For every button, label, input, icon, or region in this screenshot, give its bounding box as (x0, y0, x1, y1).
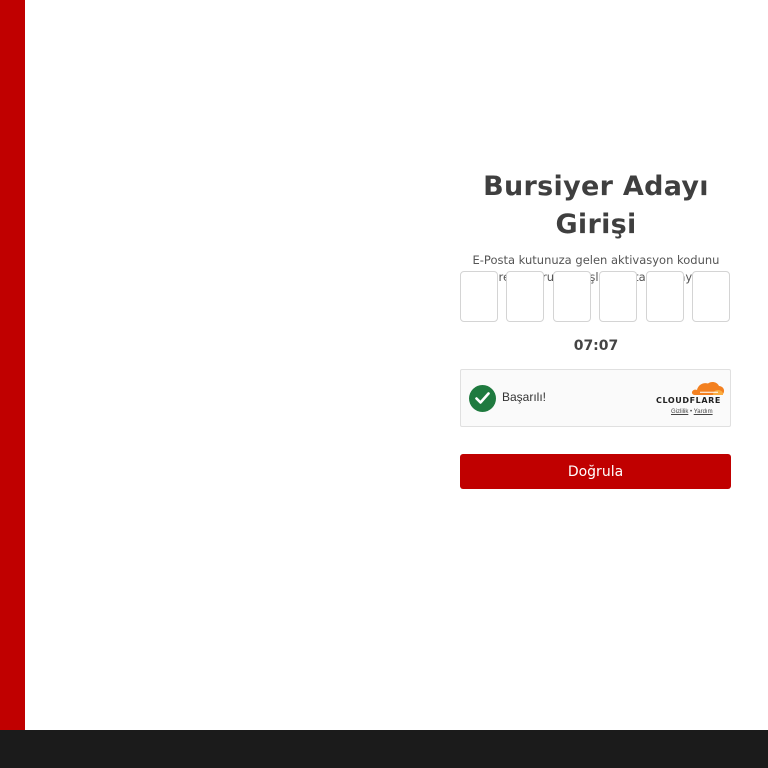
link-separator: • (690, 409, 693, 415)
activation-code-inputs (460, 271, 731, 323)
code-digit-2[interactable] (506, 271, 544, 322)
cloudflare-wordmark: CLOUDFLARE (656, 396, 721, 405)
verify-button[interactable]: Doğrula (460, 454, 731, 489)
left-accent-bar (0, 0, 25, 730)
code-digit-4[interactable] (599, 271, 637, 322)
privacy-link[interactable]: Gizlilik (671, 409, 688, 415)
login-panel: Bursiyer Adayı Girişi E-Posta kutunuza g… (455, 168, 737, 489)
cloudflare-links: Gizlilik • Yardım (671, 409, 713, 415)
code-digit-3[interactable] (553, 271, 591, 322)
code-digit-6[interactable] (692, 271, 730, 322)
help-link[interactable]: Yardım (694, 409, 713, 415)
countdown-timer: 07:07 (573, 338, 619, 354)
captcha-status-text: Başarılı! (502, 390, 547, 404)
checkmark-circle-icon (469, 385, 496, 412)
footer-bar (0, 730, 768, 768)
code-digit-1[interactable] (460, 271, 498, 322)
cloudflare-captcha-widget[interactable]: Başarılı! CLOUDFLARE Gizlilik • Yardım (460, 369, 731, 427)
page-title: Bursiyer Adayı Girişi (483, 171, 709, 240)
code-digit-5[interactable] (646, 271, 684, 322)
